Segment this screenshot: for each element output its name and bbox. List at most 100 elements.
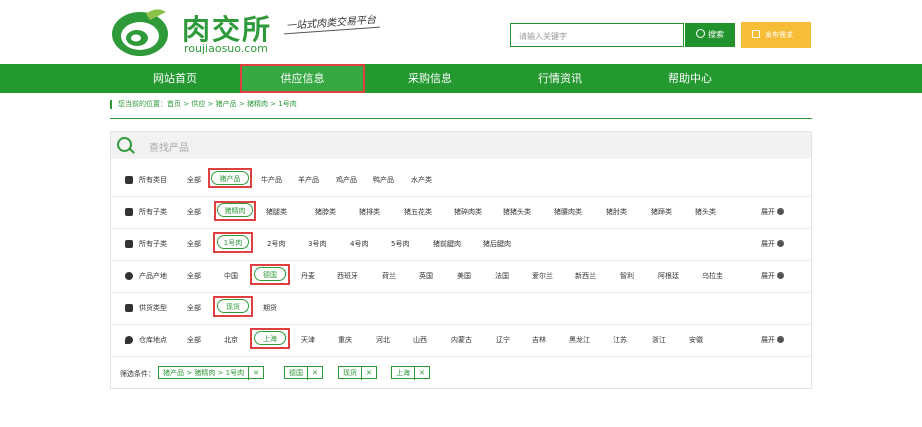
option[interactable]: 浙江 (652, 335, 666, 345)
option[interactable]: 西班牙 (337, 271, 358, 281)
search-icon (117, 137, 132, 152)
option[interactable]: 安徽 (689, 335, 703, 345)
option[interactable]: 中国 (224, 271, 238, 281)
filter-tag[interactable]: 猪产品 > 猪精肉 > 1号肉 ✕ (158, 366, 264, 380)
filter-row-supply-type: 供货类型 全部 现货 期货 (111, 293, 811, 325)
option[interactable]: 猪猪头类 (503, 207, 531, 217)
main-nav: 网站首页 供应信息 采购信息 行情资讯 帮助中心 (0, 64, 922, 93)
option[interactable]: 吉林 (532, 335, 546, 345)
option[interactable]: 法国 (495, 271, 509, 281)
option[interactable]: 乌拉圭 (702, 271, 723, 281)
publish-button[interactable]: 发布需求 (741, 22, 811, 48)
search-button[interactable]: 搜索 (685, 23, 735, 47)
option[interactable]: 猪排类 (359, 207, 380, 217)
filter-tag-label: 德国 (289, 369, 303, 377)
filter-tag[interactable]: 现货 ✕ (338, 366, 377, 380)
option-all[interactable]: 全部 (187, 271, 201, 281)
option-beef[interactable]: 牛产品 (261, 175, 282, 185)
option[interactable]: 内蒙古 (451, 335, 472, 345)
option-all[interactable]: 全部 (187, 207, 201, 217)
option-duck[interactable]: 鸭产品 (373, 175, 394, 185)
option[interactable]: 丹麦 (301, 271, 315, 281)
expand-label: 展开 (761, 240, 775, 248)
option[interactable]: 3号肉 (308, 239, 326, 249)
option[interactable]: 新西兰 (575, 271, 596, 281)
logo-icon (112, 9, 168, 56)
option[interactable]: 江苏 (613, 335, 627, 345)
option[interactable]: 阿根廷 (658, 271, 679, 281)
brand-domain: roujiaosuo.com (184, 42, 268, 55)
option[interactable]: 爱尔兰 (532, 271, 553, 281)
nav-supply[interactable]: 供应信息 (240, 64, 365, 93)
expand-icon (777, 336, 784, 343)
remove-icon[interactable]: ✕ (307, 367, 318, 380)
expand-button[interactable]: 展开 (761, 271, 784, 281)
option[interactable]: 猪头类 (695, 207, 716, 217)
highlight-box (250, 328, 290, 349)
option-seafood[interactable]: 水产类 (411, 175, 432, 185)
slogan: 一站式肉类交易平台 (285, 14, 377, 33)
filter-conditions-label: 筛选条件： (120, 370, 155, 378)
find-product-title: 查找产品 (149, 143, 189, 154)
option[interactable]: 猪腿类 (266, 207, 287, 217)
filter-row-warehouse: 仓库地点 全部 北京 上海 天津 重庆 河北 山西 内蒙古 辽宁 吉林 黑龙江 … (111, 325, 811, 357)
option[interactable]: 天津 (301, 335, 315, 345)
expand-button[interactable]: 展开 (761, 335, 784, 345)
panel-header: 查找产品 (111, 132, 811, 159)
expand-icon (777, 240, 784, 247)
option[interactable]: 猪后腱肉 (483, 239, 511, 249)
expand-label: 展开 (761, 272, 775, 280)
option[interactable]: 黑龙江 (569, 335, 590, 345)
option-all[interactable]: 全部 (187, 335, 201, 345)
option-all[interactable]: 全部 (187, 303, 201, 313)
option[interactable]: 山西 (413, 335, 427, 345)
highlight-box (213, 296, 253, 317)
remove-icon[interactable]: ✕ (361, 367, 372, 380)
option-all[interactable]: 全部 (187, 175, 201, 185)
filter-tag[interactable]: 上海 ✕ (391, 366, 430, 380)
expand-icon (777, 272, 784, 279)
option-chicken[interactable]: 鸡产品 (336, 175, 357, 185)
option[interactable]: 荷兰 (382, 271, 396, 281)
nav-home[interactable]: 网站首页 (110, 64, 240, 93)
option[interactable]: 北京 (224, 335, 238, 345)
option[interactable]: 猪蹄类 (651, 207, 672, 217)
option[interactable]: 英国 (419, 271, 433, 281)
option[interactable]: 智利 (620, 271, 634, 281)
option[interactable]: 重庆 (338, 335, 352, 345)
nav-market-news[interactable]: 行情资讯 (495, 64, 625, 93)
row-label: 所有子类 (139, 208, 167, 216)
option[interactable]: 猪碎肉类 (454, 207, 482, 217)
row-label: 产品产地 (139, 272, 167, 280)
option[interactable]: 猪脖类 (315, 207, 336, 217)
option-mutton[interactable]: 羊产品 (298, 175, 319, 185)
option[interactable]: 4号肉 (350, 239, 368, 249)
option[interactable]: 5号肉 (391, 239, 409, 249)
option[interactable]: 2号肉 (267, 239, 285, 249)
option-all[interactable]: 全部 (187, 239, 201, 249)
nav-help[interactable]: 帮助中心 (625, 64, 755, 93)
option[interactable]: 辽宁 (496, 335, 510, 345)
expand-button[interactable]: 展开 (761, 239, 784, 249)
option[interactable]: 猪肘类 (606, 207, 627, 217)
option[interactable]: 河北 (376, 335, 390, 345)
option[interactable]: 猪前腱肉 (433, 239, 461, 249)
product-filter-panel: 查找产品 所有类目 全部 猪产品 牛产品 羊产品 鸡产品 鸭产品 水产类 所有子… (110, 131, 812, 389)
remove-icon[interactable]: ✕ (414, 367, 425, 380)
filter-tag-label: 现货 (343, 369, 357, 377)
filter-tag[interactable]: 德国 ✕ (284, 366, 323, 380)
option[interactable]: 美国 (457, 271, 471, 281)
filter-row-category: 所有类目 全部 猪产品 牛产品 羊产品 鸡产品 鸭产品 水产类 (111, 165, 811, 197)
nav-purchase[interactable]: 采购信息 (365, 64, 495, 93)
expand-label: 展开 (761, 336, 775, 344)
publish-button-label: 发布需求 (765, 31, 793, 39)
search-input[interactable]: 请输入关键字 (510, 23, 684, 47)
expand-label: 展开 (761, 208, 775, 216)
remove-icon[interactable]: ✕ (248, 367, 259, 380)
expand-button[interactable]: 展开 (761, 207, 784, 217)
option[interactable]: 期货 (263, 303, 277, 313)
option[interactable]: 猪腰肉类 (554, 207, 582, 217)
option[interactable]: 猪五花类 (404, 207, 432, 217)
filter-row-subcategory: 所有子类 全部 猪精肉 猪腿类 猪脖类 猪排类 猪五花类 猪碎肉类 猪猪头类 猪… (111, 197, 811, 229)
edit-icon (752, 30, 760, 38)
